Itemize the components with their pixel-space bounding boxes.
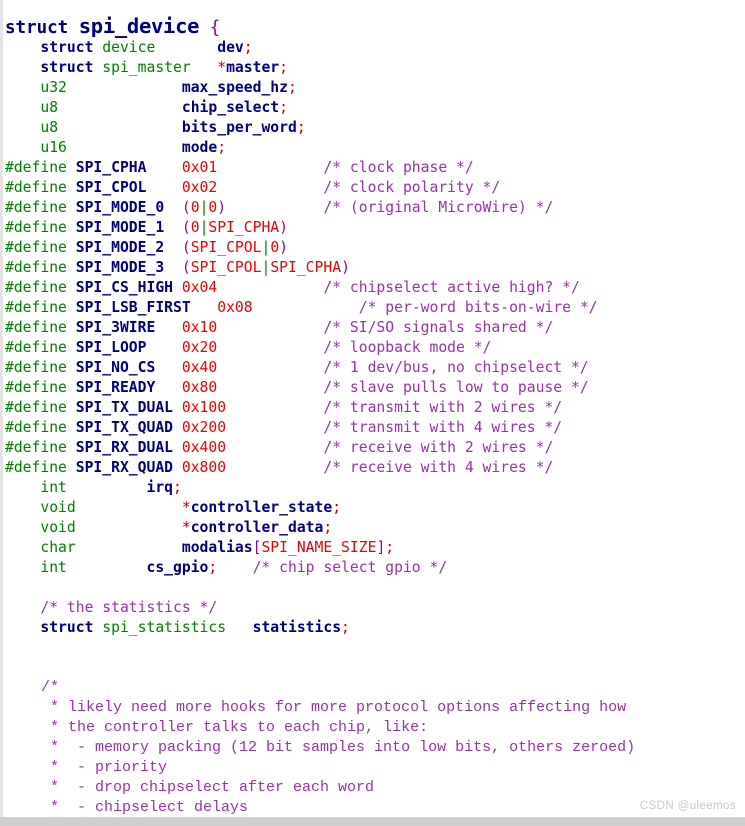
code-line: #define SPI_RX_QUAD 0x800 /* receive wit… <box>5 458 554 476</box>
code-line: struct spi_master *master; <box>40 58 288 76</box>
code-line: #define SPI_RX_DUAL 0x400 /* receive wit… <box>5 438 554 456</box>
source-code-block[interactable]: struct spi_device { struct device dev; s… <box>3 13 745 826</box>
csdn-watermark: CSDN @uleemos <box>639 800 736 812</box>
code-line: #define SPI_CPOL 0x02 /* clock polarity … <box>5 178 501 196</box>
code-line: u32 max_speed_hz; <box>40 78 297 96</box>
code-line: #define SPI_LSB_FIRST 0x08 /* per-word b… <box>5 298 598 316</box>
code-line: char modalias[SPI_NAME_SIZE]; <box>40 538 395 556</box>
code-line: u8 chip_select; <box>40 98 288 116</box>
code-line: * - drop chipselect after each word <box>5 778 375 796</box>
code-line: #define SPI_CS_HIGH 0x04 /* chipselect a… <box>5 278 580 296</box>
code-line: /* <box>5 678 60 696</box>
code-line: int cs_gpio; /* chip select gpio */ <box>40 558 448 576</box>
bottom-bar <box>0 817 745 826</box>
code-line: * - memory packing (12 bit samples into … <box>5 738 636 756</box>
code-line: struct spi_device { <box>5 13 221 38</box>
code-line: int irq; <box>40 478 182 496</box>
code-line: void *controller_state; <box>40 498 342 516</box>
code-line: #define SPI_LOOP 0x20 /* loopback mode *… <box>5 338 492 356</box>
code-line: * - priority <box>5 758 168 776</box>
code-line: u16 mode; <box>40 138 227 156</box>
code-line: #define SPI_MODE_0 (0|0) /* (original Mi… <box>5 198 554 216</box>
code-line: #define SPI_TX_DUAL 0x100 /* transmit wi… <box>5 398 563 416</box>
code-line: #define SPI_3WIRE 0x10 /* SI/SO signals … <box>5 318 554 336</box>
code-line: #define SPI_NO_CS 0x40 /* 1 dev/bus, no … <box>5 358 589 376</box>
code-viewport: struct spi_device { struct device dev; s… <box>0 0 745 826</box>
code-line: struct device dev; <box>40 38 253 56</box>
code-line: #define SPI_CPHA 0x01 /* clock phase */ <box>5 158 474 176</box>
code-line: #define SPI_TX_QUAD 0x200 /* transmit wi… <box>5 418 563 436</box>
code-line: #define SPI_MODE_3 (SPI_CPOL|SPI_CPHA) <box>5 258 350 276</box>
code-line: #define SPI_MODE_1 (0|SPI_CPHA) <box>5 218 288 236</box>
code-line: u8 bits_per_word; <box>40 118 306 136</box>
code-line: struct spi_statistics statistics; <box>40 618 350 636</box>
code-line: #define SPI_READY 0x80 /* slave pulls lo… <box>5 378 589 396</box>
code-line: #define SPI_MODE_2 (SPI_CPOL|0) <box>5 238 288 256</box>
code-line: * the controller talks to each chip, lik… <box>5 718 429 736</box>
code-line: /* the statistics */ <box>40 598 218 616</box>
code-line: * - chipselect delays <box>5 798 249 816</box>
code-line: void *controller_data; <box>40 518 333 536</box>
code-line: * likely need more hooks for more protoc… <box>5 698 627 716</box>
